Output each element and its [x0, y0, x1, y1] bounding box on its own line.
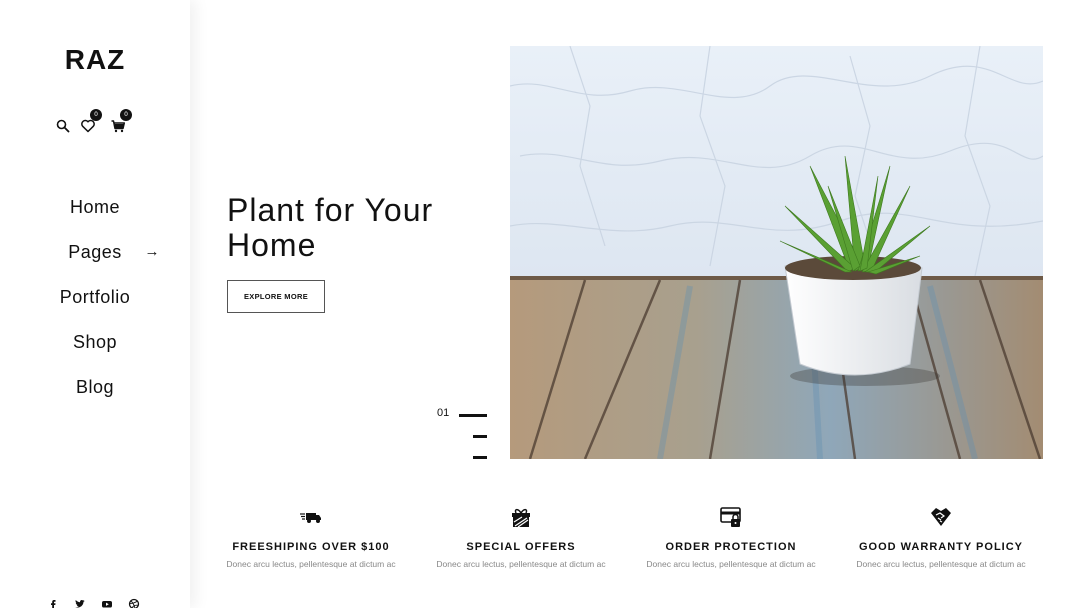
cart-button[interactable]: 0 — [110, 109, 132, 134]
feature-title: ORDER PROTECTION — [665, 541, 797, 553]
wishlist-count-badge: 0 — [90, 109, 102, 121]
hero-image — [510, 46, 1043, 459]
nav-item-pages[interactable]: Pages → — [0, 235, 190, 280]
cart-count-badge: 0 — [120, 109, 132, 121]
feature-warranty: GOOD WARRANTY POLICY Donec arcu lectus, … — [846, 505, 1036, 569]
nav-item-blog[interactable]: Blog — [0, 370, 190, 415]
feature-title: FREESHIPING OVER $100 — [232, 541, 390, 553]
feature-description: Donec arcu lectus, pellentesque at dictu… — [226, 559, 396, 569]
secure-card-icon — [719, 505, 743, 529]
arrow-right-icon[interactable]: → — [145, 235, 161, 269]
dribbble-icon[interactable] — [128, 598, 140, 608]
nav-item-label: Portfolio — [59, 287, 131, 307]
nav-item-label: Pages — [68, 242, 122, 262]
nav-item-label: Blog — [75, 377, 115, 397]
feature-special-offers: SPECIAL OFFERS Donec arcu lectus, pellen… — [426, 505, 616, 569]
nav-item-label: Shop — [72, 332, 118, 352]
nav-item-label: Home — [69, 197, 120, 217]
facebook-icon[interactable] — [47, 598, 59, 608]
nav-item-shop[interactable]: Shop — [0, 325, 190, 370]
feature-freeshipping: FREESHIPING OVER $100 Donec arcu lectus,… — [216, 505, 406, 569]
explore-more-button[interactable]: EXPLORE MORE — [227, 280, 325, 313]
feature-order-protection: ORDER PROTECTION Donec arcu lectus, pell… — [636, 505, 826, 569]
slide-indicator[interactable] — [473, 456, 487, 459]
social-links — [47, 598, 147, 608]
hero-title: Plant for Your Home — [227, 192, 434, 263]
main-nav: Home Pages → Portfolio Shop Blog — [0, 190, 190, 415]
delivery-truck-icon — [299, 505, 323, 529]
logo[interactable]: RAZ — [0, 44, 190, 76]
search-icon[interactable] — [55, 118, 71, 134]
slide-number: 01 — [437, 407, 450, 419]
wishlist-button[interactable]: 0 — [80, 109, 102, 134]
gift-icon — [509, 505, 533, 529]
feature-description: Donec arcu lectus, pellentesque at dictu… — [436, 559, 606, 569]
feature-title: SPECIAL OFFERS — [466, 541, 576, 553]
handshake-icon — [929, 505, 953, 529]
youtube-icon[interactable] — [101, 598, 113, 608]
feature-description: Donec arcu lectus, pellentesque at dictu… — [856, 559, 1026, 569]
slide-indicator-active[interactable] — [459, 414, 487, 417]
nav-item-portfolio[interactable]: Portfolio — [0, 280, 190, 325]
feature-title: GOOD WARRANTY POLICY — [858, 541, 1024, 553]
header-icons: 0 0 — [55, 109, 135, 138]
sidebar: RAZ 0 0 Home Pages → Portfolio Shop Blog — [0, 0, 190, 608]
slide-indicator[interactable] — [473, 435, 487, 438]
nav-item-home[interactable]: Home — [0, 190, 190, 235]
feature-description: Donec arcu lectus, pellentesque at dictu… — [646, 559, 816, 569]
twitter-icon[interactable] — [74, 598, 86, 608]
